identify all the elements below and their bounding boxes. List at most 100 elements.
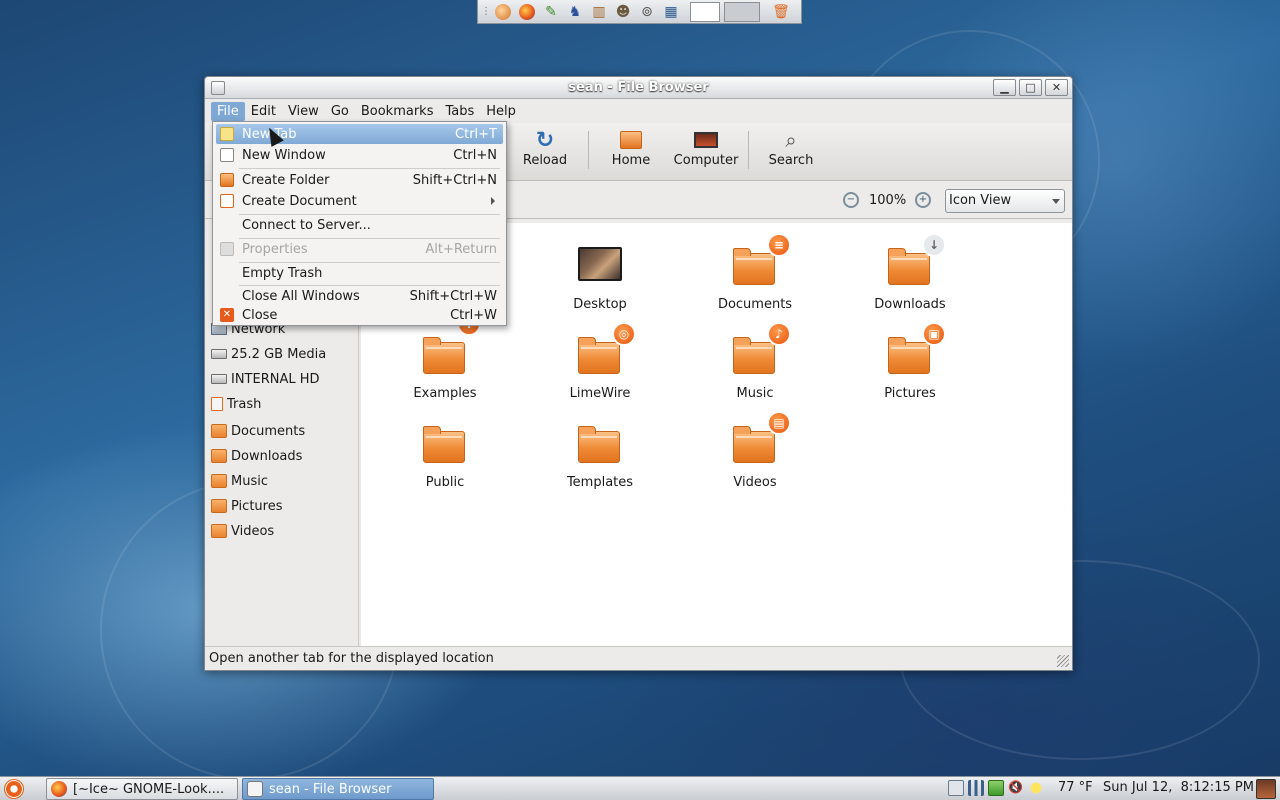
home-label: Home	[611, 153, 651, 168]
menu-item-new-window[interactable]: New Window Ctrl+N	[216, 145, 503, 165]
file-item-public[interactable]: Public	[385, 421, 505, 490]
sidebar-item-internal-hd[interactable]: INTERNAL HD	[211, 369, 320, 389]
menu-view[interactable]: View	[282, 102, 325, 121]
sidebar-item-music[interactable]: Music	[211, 471, 268, 491]
main-menu-icon[interactable]	[4, 779, 24, 799]
file-item-label: Music	[736, 386, 774, 401]
system-tray: 🔇	[948, 780, 1048, 796]
statusbar: Open another tab for the displayed locat…	[205, 646, 1072, 670]
nautilus-launcher-icon[interactable]	[492, 2, 514, 22]
menu-tabs[interactable]: Tabs	[439, 102, 480, 121]
sidebar-item-trash[interactable]: Trash	[211, 394, 261, 414]
window-menu-icon[interactable]	[211, 81, 225, 95]
taskbar-item-gnome-look[interactable]: [~Ice~ GNOME-Look....	[46, 778, 238, 800]
public-folder-icon	[421, 421, 469, 469]
menu-item-close[interactable]: ✕ Close Ctrl+W	[216, 305, 503, 325]
menu-item-label: Create Document	[242, 193, 357, 209]
trash-launcher-icon[interactable]: 🗑	[770, 2, 792, 22]
file-item-limewire[interactable]: ◎ LimeWire	[540, 322, 660, 401]
file-item-label: Pictures	[884, 386, 936, 401]
folder-icon	[211, 424, 227, 438]
sidebar-item-documents[interactable]: Documents	[211, 421, 305, 441]
disk-utility-launcher-icon[interactable]: ⊚	[636, 2, 658, 22]
menu-bookmarks[interactable]: Bookmarks	[355, 102, 440, 121]
show-desktop-icon[interactable]	[1256, 779, 1276, 799]
menu-file[interactable]: File	[211, 101, 245, 121]
menu-item-accel: Shift+Ctrl+W	[409, 288, 497, 304]
weather-sun-icon[interactable]	[1028, 780, 1044, 796]
panel-handle-icon[interactable]: ⋮	[481, 2, 491, 22]
volume-muted-icon[interactable]: 🔇	[1008, 780, 1024, 796]
menu-item-new-tab[interactable]: New Tab Ctrl+T	[216, 124, 503, 144]
menu-item-connect-to-server[interactable]: Connect to Server...	[216, 215, 503, 235]
resize-grip-icon[interactable]	[1057, 655, 1069, 667]
weather-temperature[interactable]: 77 °F	[1058, 780, 1093, 795]
folder-icon	[211, 499, 227, 513]
file-item-examples[interactable]: i Examples	[385, 312, 505, 401]
clock[interactable]: Sun Jul 12, 8:12:15 PM	[1103, 780, 1254, 795]
minimize-button[interactable]: ▁	[993, 79, 1016, 96]
sidebar-item-media[interactable]: 25.2 GB Media	[211, 344, 326, 364]
window-titlebar[interactable]: sean - File Browser ▁ □ ✕	[205, 77, 1072, 99]
image-viewer-launcher-icon[interactable]: ▦	[660, 2, 682, 22]
menu-item-label: Close	[242, 307, 278, 323]
workspace-1[interactable]	[690, 1, 720, 22]
file-menu-dropdown: New Tab Ctrl+T New Window Ctrl+N Create …	[212, 121, 507, 326]
menu-go[interactable]: Go	[325, 102, 355, 121]
menu-item-properties[interactable]: Properties Alt+Return	[216, 239, 503, 259]
toolbar-separator	[748, 131, 749, 169]
gimp-launcher-icon[interactable]: ☻	[612, 2, 634, 22]
file-item-documents[interactable]: ≡ Documents	[695, 233, 815, 312]
zoom-in-icon[interactable]: +	[915, 192, 931, 208]
properties-icon	[220, 242, 234, 256]
archive-launcher-icon[interactable]: ▥	[588, 2, 610, 22]
view-mode-select[interactable]: Icon View	[945, 189, 1065, 213]
menu-item-create-folder[interactable]: Create Folder Shift+Ctrl+N	[216, 170, 503, 190]
search-button[interactable]: ⌕ Search	[761, 128, 821, 168]
sidebar-item-videos[interactable]: Videos	[211, 521, 274, 541]
file-item-desktop[interactable]: Desktop	[540, 243, 660, 312]
sidebar-item-pictures[interactable]: Pictures	[211, 496, 282, 516]
file-item-music[interactable]: ♪ Music	[695, 322, 815, 401]
workspace-2[interactable]	[724, 1, 760, 22]
menu-item-create-document[interactable]: Create Document	[216, 191, 503, 211]
download-emblem-icon: ↓	[922, 233, 946, 257]
menu-item-empty-trash[interactable]: Empty Trash	[216, 263, 503, 283]
menu-item-label: Empty Trash	[242, 265, 323, 281]
file-item-templates[interactable]: Templates	[540, 421, 660, 490]
sidebar-item-downloads[interactable]: Downloads	[211, 446, 302, 466]
file-item-downloads[interactable]: ↓ Downloads	[850, 233, 970, 312]
home-button[interactable]: Home	[601, 129, 661, 168]
computer-icon	[694, 129, 718, 151]
file-item-videos[interactable]: ▤ Videos	[695, 411, 815, 490]
file-item-pictures[interactable]: ▣ Pictures	[850, 322, 970, 401]
firefox-icon	[51, 781, 67, 797]
update-icon[interactable]	[948, 780, 964, 796]
file-item-label: Public	[425, 475, 465, 490]
create-folder-icon	[220, 173, 234, 187]
taskbar-item-file-browser[interactable]: sean - File Browser	[242, 778, 434, 800]
zoom-level: 100%	[869, 193, 907, 208]
view-mode-value: Icon View	[949, 193, 1012, 208]
taskbar-item-label: sean - File Browser	[269, 781, 392, 797]
network-signal-icon[interactable]	[968, 780, 984, 796]
inkscape-launcher-icon[interactable]: ✎	[540, 2, 562, 22]
zoom-out-icon[interactable]: −	[843, 192, 859, 208]
maximize-button[interactable]: □	[1019, 79, 1042, 96]
computer-button[interactable]: Computer	[671, 129, 741, 168]
reload-button[interactable]: ↻ Reload	[515, 128, 575, 169]
menu-item-accel: Shift+Ctrl+N	[412, 172, 497, 188]
bottom-panel: [~Ice~ GNOME-Look.... sean - File Browse…	[0, 776, 1280, 800]
menu-help[interactable]: Help	[480, 102, 522, 121]
web-emblem-icon: ◎	[612, 322, 636, 346]
pictures-folder-icon: ▣	[886, 322, 946, 380]
close-window-button[interactable]: ✕	[1045, 79, 1068, 96]
battery-icon[interactable]	[988, 780, 1004, 796]
menu-edit[interactable]: Edit	[245, 102, 282, 121]
pidgin-launcher-icon[interactable]: ♞	[564, 2, 586, 22]
downloads-folder-icon: ↓	[886, 233, 946, 291]
firefox-launcher-icon[interactable]	[516, 2, 538, 22]
drive-icon	[211, 349, 227, 359]
menu-item-close-all-windows[interactable]: Close All Windows Shift+Ctrl+W	[216, 286, 503, 306]
blank-icon	[220, 218, 234, 232]
